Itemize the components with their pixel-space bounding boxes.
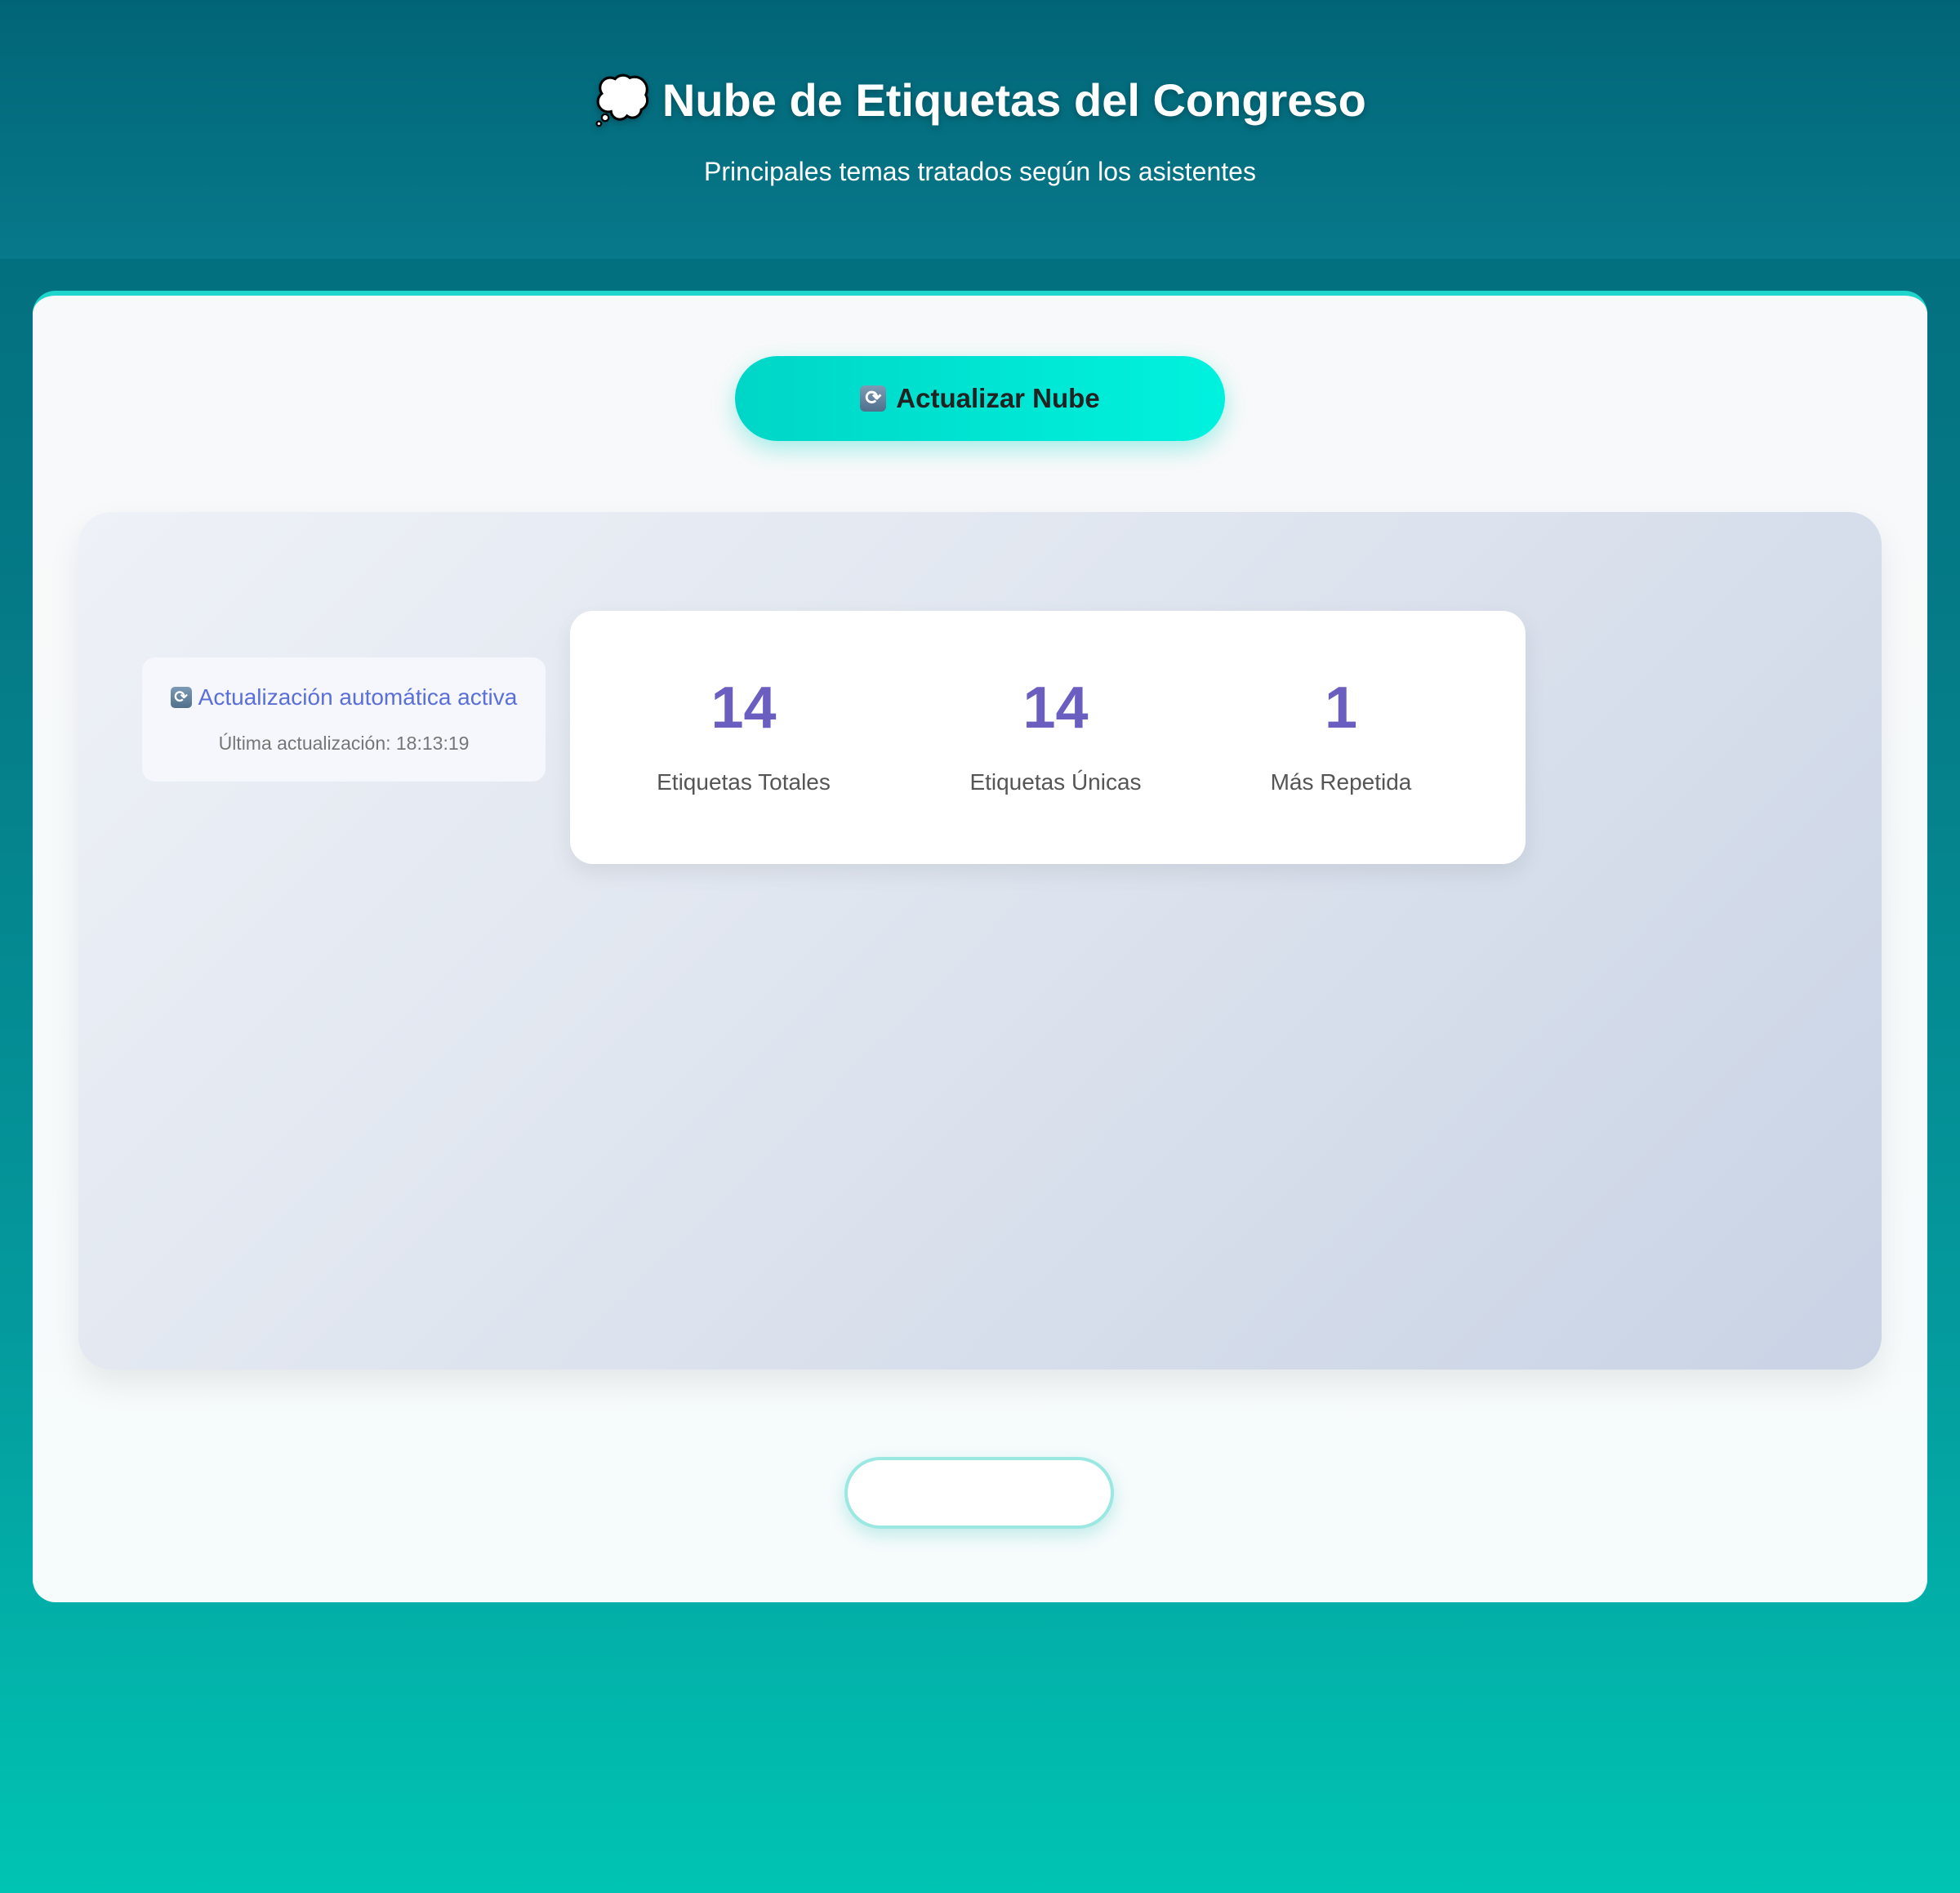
stat-most-repeated: 1 Más Repetida <box>1243 611 1439 864</box>
thought-bubble-icon: 💭 <box>594 74 651 126</box>
refresh-cloud-label: Actualizar Nube <box>896 383 1100 413</box>
refresh-cloud-button[interactable]: ⟳ Actualizar Nube <box>735 356 1225 441</box>
stat-label: Más Repetida <box>1270 769 1412 795</box>
stat-value: 14 <box>710 675 777 741</box>
stat-label: Etiquetas Únicas <box>969 769 1142 795</box>
page-header: 💭 Nube de Etiquetas del Congreso Principa… <box>0 0 1960 259</box>
page-title-text: Nube de Etiquetas del Congreso <box>662 74 1366 126</box>
last-update-time: Última actualización: 18:13:19 <box>218 733 470 754</box>
refresh-icon: ⟳ <box>170 687 192 708</box>
refresh-icon: ⟳ <box>860 385 887 412</box>
auto-update-status: ⟳ Actualización automática activa <box>142 682 546 713</box>
main-card: ⟳ Actualizar Nube ⟳ Actualización automá… <box>33 291 1927 1602</box>
page-title: 💭 Nube de Etiquetas del Congreso <box>0 69 1960 132</box>
auto-update-status-text: Actualización automática activa <box>198 684 518 710</box>
page-subtitle: Principales temas tratados según los asi… <box>704 157 1256 186</box>
stat-value: 1 <box>1324 675 1358 741</box>
stat-label: Etiquetas Totales <box>657 769 831 795</box>
stat-value: 14 <box>1022 675 1089 741</box>
back-to-home-button[interactable]: ← Volver al inicio <box>844 1457 1114 1529</box>
stat-total-tags: 14 Etiquetas Totales <box>635 611 852 864</box>
tag-cloud-panel: ⟳ Actualización automática activa Última… <box>78 512 1882 1370</box>
stats-card: 14 Etiquetas Totales 14 Etiquetas Únicas… <box>570 611 1526 864</box>
auto-update-indicator: ⟳ Actualización automática activa Última… <box>142 657 546 782</box>
stat-unique-tags: 14 Etiquetas Únicas <box>947 611 1164 864</box>
